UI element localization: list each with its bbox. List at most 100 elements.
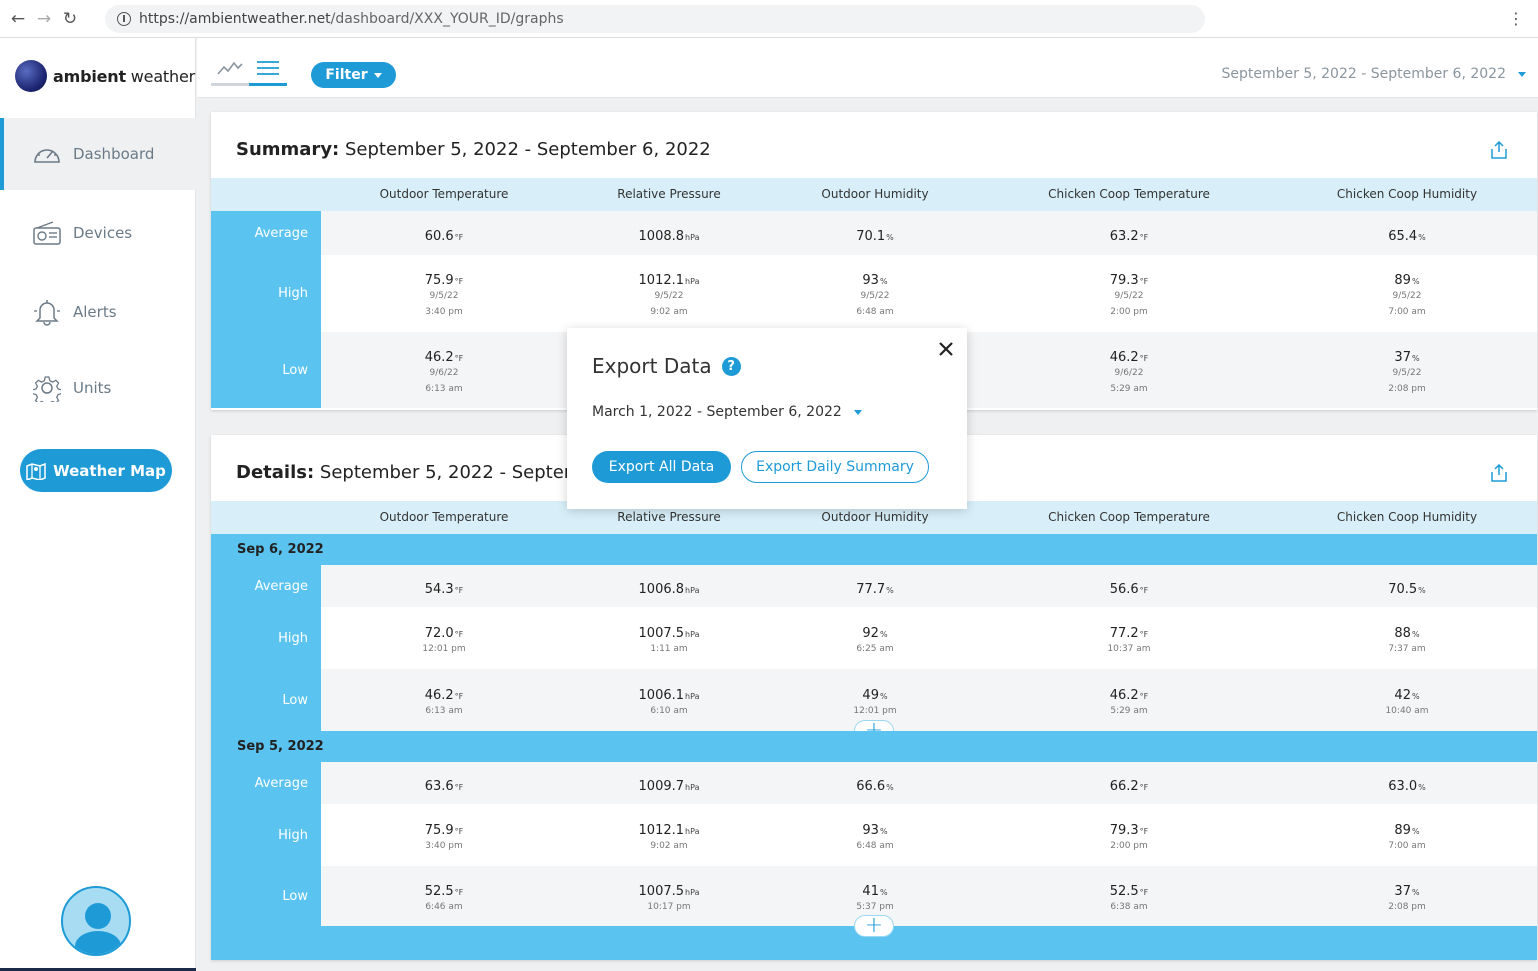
value-number: 1006.8 [638,582,685,597]
sidebar-item-dashboard[interactable]: Dashboard [0,118,196,190]
value-time: 5:29 am [1110,384,1148,394]
share-export-icon[interactable] [1491,464,1507,482]
value-number: 1009.7 [638,779,685,794]
export-all-data-button[interactable]: Export All Data [592,451,731,483]
value-time: 6:10 am [650,706,688,716]
value-number: 89 [1394,273,1411,288]
value-unit: °F [1139,692,1149,701]
value-number: 1012.1 [638,823,685,838]
logo[interactable]: ambient weather [15,60,195,92]
user-avatar[interactable] [61,886,131,956]
export-date-range-dropdown[interactable]: March 1, 2022 - September 6, 2022 [592,404,862,420]
value-cell: 89% 9/5/22 7:00 am [1388,269,1425,320]
value-cell: 1006.8hPa [639,578,700,597]
expand-plus-icon[interactable]: + [854,915,894,937]
date-range-label: September 5, 2022 - September 6, 2022 [1221,66,1507,82]
value-time: 5:29 am [1110,706,1148,716]
url-domain: https://ambientweather.net [139,11,331,27]
value-number: 75.9 [424,273,454,288]
value-time: 6:38 am [1110,902,1148,912]
value-time: 10:40 am [1385,706,1429,716]
row-label: Low [211,332,321,408]
address-bar[interactable]: https://ambientweather.net/dashboard/XXX… [105,5,1205,33]
gear-icon [32,373,62,403]
sidebar: ambient weather Dashboard Devices Alerts… [0,38,196,971]
sidebar-item-label: Devices [73,224,133,242]
value-time: 2:08 pm [1388,902,1426,912]
weather-map-button[interactable]: Weather Map [20,449,172,492]
value-time: 2:00 pm [1110,307,1148,317]
value-cell: 1009.7hPa [639,775,700,794]
value-cell: 63.6°F [425,775,464,794]
column-header: Relative Pressure [617,187,721,201]
value-number: 70.5 [1388,582,1418,597]
row-label: Low [211,669,321,731]
value-number: 1008.8 [638,229,685,244]
value-number: 60.6 [424,229,454,244]
table-view-button[interactable] [249,52,287,86]
share-export-icon[interactable] [1491,141,1507,159]
value-unit: % [886,233,894,242]
value-cell: 66.2°F [1110,775,1149,794]
back-arrow-icon[interactable]: ← [5,6,31,32]
sidebar-item-alerts[interactable]: Alerts [0,276,196,348]
reload-icon[interactable]: ↻ [57,6,83,32]
row-label: Average [211,762,321,804]
forward-arrow-icon[interactable]: → [31,6,57,32]
table-row: 72.0°F 12:01 pm 1007.5hPa 1:11 am 92% 6:25 am… [321,607,1537,669]
value-date: 9/6/22 [429,368,459,378]
value-cell: 79.3°F 2:00 pm [1110,819,1149,854]
value-number: 52.5 [1109,884,1139,899]
value-cell: 66.6% [856,775,894,794]
view-toggle [211,52,287,86]
value-cell: 79.3°F 9/5/22 2:00 pm [1110,269,1149,320]
table-row: 75.9°F 3:40 pm 1012.1hPa 9:02 am 93% 6:48 am 7… [321,804,1537,866]
value-cell: 70.5% [1388,578,1426,597]
value-unit: % [1418,783,1426,792]
value-unit: hPa [685,783,700,792]
row-label: Average [211,211,321,255]
column-header: Chicken Coop Temperature [1048,187,1210,201]
column-header: Chicken Coop Temperature [1048,510,1210,524]
site-info-icon[interactable] [117,12,131,26]
modal-title-text: Export Data [592,354,712,378]
browser-menu-icon[interactable]: ⋮ [1508,9,1524,28]
value-time: 6:48 am [856,841,894,851]
date-range-picker[interactable]: September 5, 2022 - September 6, 2022 [1221,66,1526,82]
value-cell: 37% 2:08 pm [1388,880,1426,915]
value-date: 9/5/22 [1114,291,1144,301]
sidebar-item-label: Units [73,379,112,397]
filter-button[interactable]: Filter [311,62,396,88]
value-number: 1006.1 [638,688,685,703]
close-icon[interactable] [937,340,955,358]
value-unit: °F [1139,888,1149,897]
value-cell: 63.0% [1388,775,1426,794]
value-time: 1:11 am [650,644,688,654]
value-time: 10:37 am [1107,644,1151,654]
value-unit: °F [454,827,464,836]
value-unit: °F [454,233,464,242]
graph-view-button[interactable] [211,52,249,86]
value-cell: 37% 9/5/22 2:08 pm [1388,346,1426,397]
value-unit: °F [1139,827,1149,836]
value-cell: 60.6°F [425,225,464,244]
value-cell: 77.2°F 10:37 am [1107,622,1150,657]
value-cell: 63.2°F [1110,225,1149,244]
value-cell: 93% 9/5/22 6:48 am [856,269,893,320]
sidebar-item-devices[interactable]: Devices [0,197,196,269]
value-cell: 77.7% [856,578,894,597]
browser-toolbar: ← → ↻ https://ambientweather.net/dashboa… [0,0,1538,38]
value-unit: °F [1139,277,1149,286]
value-cell: 46.2°F 9/6/22 5:29 am [1110,346,1149,397]
value-unit: °F [454,888,464,897]
row-label: Low [211,866,321,926]
sidebar-item-units[interactable]: Units [0,352,196,424]
value-time: 7:00 am [1388,841,1426,851]
value-cell: 52.5°F 6:46 am [425,880,464,915]
value-unit: hPa [685,827,700,836]
export-daily-summary-button[interactable]: Export Daily Summary [741,451,929,483]
value-cell: 92% 6:25 am [856,622,893,657]
value-date: 9/5/22 [1392,291,1422,301]
gauge-icon [32,139,62,169]
help-icon[interactable]: ? [721,356,741,376]
